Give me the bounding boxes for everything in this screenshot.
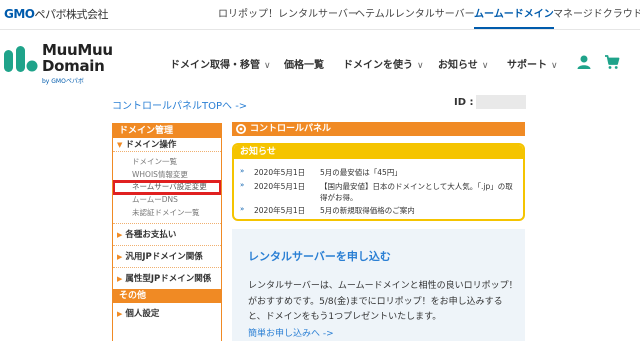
notice-text: 【国内最安値】日本のドメインとして大人気。「.jp」の取得がお得。 bbox=[320, 182, 513, 202]
nav-use-domain[interactable]: ドメインを使う ∨ bbox=[343, 56, 424, 71]
nav-label: ドメインを使う bbox=[343, 60, 413, 71]
promo-title: レンタルサーバーを申し込む bbox=[248, 250, 391, 263]
notice-box: お知らせ » 2020年5月1日 5月の最安値は「45円」 » 2020年5月1… bbox=[232, 143, 525, 221]
nav-label: サポート bbox=[507, 60, 547, 71]
nav-domain-acquire[interactable]: ドメイン取得・移管 ∨ bbox=[170, 56, 271, 71]
topnav-muumuu[interactable]: ムームードメイン bbox=[474, 0, 554, 29]
sidebar-item-personal-settings[interactable]: ▶ 個人設定 bbox=[113, 303, 221, 325]
logo-company-text: ペパボ株式会社 bbox=[34, 8, 109, 21]
chevron-down-icon: ∨ bbox=[264, 61, 271, 71]
chevron-right-icon: ▶ bbox=[117, 310, 123, 319]
chevron-right-icon: ▶ bbox=[117, 253, 123, 262]
bullet-icon: » bbox=[240, 167, 245, 175]
logo-gmo-text: GMO bbox=[4, 7, 35, 21]
notice-date: 2020年5月1日 bbox=[254, 206, 306, 215]
id-value-redacted bbox=[476, 95, 526, 109]
control-panel-title-text: コントロールパネル bbox=[250, 124, 332, 134]
brand-line1: MuuMuu bbox=[42, 41, 113, 59]
nav-price-list[interactable]: 価格一覧 bbox=[284, 56, 324, 71]
chevron-right-icon: ▶ bbox=[117, 275, 123, 284]
promo-signup-link[interactable]: 簡単お申し込みへ -> bbox=[248, 326, 334, 339]
sidebar-item-payments[interactable]: ▶ 各種お支払い bbox=[113, 223, 221, 245]
control-panel-title: コントロールパネル bbox=[232, 122, 525, 136]
cart-icon[interactable] bbox=[604, 54, 620, 70]
rental-server-promo: レンタルサーバーを申し込む レンタルサーバーは、ムームードメインと相性の良いロリ… bbox=[232, 229, 525, 341]
sidebar-head-domain-management: ドメイン管理 bbox=[113, 124, 221, 138]
bullet-icon: » bbox=[240, 181, 245, 189]
chevron-down-icon: ∨ bbox=[551, 61, 558, 71]
brand-name: MuuMuu Domain bbox=[42, 42, 113, 74]
sidebar-item-label: 汎用JPドメイン関係 bbox=[125, 252, 203, 263]
nav-label: ドメイン取得・移管 bbox=[170, 60, 260, 71]
sidebar-item-domain-list[interactable]: ドメイン一覧 bbox=[113, 156, 221, 169]
topnav-heteml[interactable]: ヘテムルレンタルサーバー bbox=[355, 0, 475, 30]
sidebar-head-other: その他 bbox=[113, 289, 221, 304]
sidebar-item-label: 属性型JPドメイン関係 bbox=[125, 274, 212, 285]
chevron-down-icon: ▼ bbox=[117, 141, 123, 149]
brand-sub: by GMOペパボ bbox=[42, 78, 84, 85]
notice-date: 2020年5月1日 bbox=[254, 182, 306, 191]
sidebar-item-label: 各種お支払い bbox=[125, 230, 177, 241]
top-bar: GMOペパボ株式会社 ロリポップ！レンタルサーバー ヘテムルレンタルサーバー ム… bbox=[0, 0, 640, 30]
notice-date: 2020年5月1日 bbox=[254, 168, 306, 177]
muumuu-logo[interactable]: MuuMuu Domain by GMOペパボ bbox=[4, 42, 124, 86]
control-panel-top-link[interactable]: コントロールパネルTOPへ -> bbox=[112, 97, 247, 112]
nav-label: お知らせ bbox=[438, 60, 478, 71]
chevron-down-icon: ∨ bbox=[417, 61, 424, 71]
gmo-pepabo-logo[interactable]: GMOペパボ株式会社 bbox=[4, 6, 108, 22]
nav-news[interactable]: お知らせ ∨ bbox=[438, 56, 488, 71]
topnav-managed-cloud[interactable]: マネージドクラウド bbox=[553, 0, 640, 30]
chevron-right-icon: ▶ bbox=[117, 231, 123, 240]
brand-line2: Domain bbox=[42, 57, 105, 75]
sidebar-item-whois[interactable]: WHOIS情報変更 bbox=[113, 169, 221, 182]
sidebar-item-unverified[interactable]: 未認証ドメイン一覧 bbox=[113, 207, 221, 220]
chevron-down-icon: ∨ bbox=[481, 61, 489, 71]
muumuu-mark-icon bbox=[4, 46, 38, 72]
promo-body: レンタルサーバーは、ムームードメインと相性の良いロリポップ！がおすすめです。5/… bbox=[248, 281, 518, 322]
sidebar-item-general-jp[interactable]: ▶ 汎用JPドメイン関係 bbox=[113, 245, 221, 267]
sidebar-section-domain-operations[interactable]: ▼ ドメイン操作 bbox=[113, 138, 221, 152]
topnav-lolipop[interactable]: ロリポップ！レンタルサーバー bbox=[218, 0, 358, 30]
bullet-icon: » bbox=[240, 205, 245, 213]
id-label: ID : bbox=[454, 97, 474, 108]
notice-head: お知らせ bbox=[234, 145, 523, 159]
sidebar-item-attribute-jp[interactable]: ▶ 属性型JPドメイン関係 bbox=[113, 267, 221, 289]
sidebar-section-label: ドメイン操作 bbox=[125, 140, 177, 150]
sidebar-item-nameserver[interactable]: ネームサーバ設定変更 bbox=[113, 180, 221, 196]
notice-text: 5月の最安値は「45円」 bbox=[320, 168, 402, 177]
notice-text: 5月の新規取得価格のご案内 bbox=[320, 206, 415, 215]
sidebar: ドメイン管理 ▼ ドメイン操作 ドメイン一覧 WHOIS情報変更 ネームサーバ設定… bbox=[112, 123, 222, 341]
sidebar-item-label: 個人設定 bbox=[125, 309, 160, 320]
nav-support[interactable]: サポート ∨ bbox=[507, 56, 558, 71]
user-icon[interactable] bbox=[576, 54, 592, 70]
nav-label: 価格一覧 bbox=[284, 60, 324, 71]
sidebar-item-muumuu-dns[interactable]: ムームーDNS bbox=[113, 194, 221, 207]
gear-icon bbox=[236, 124, 246, 134]
